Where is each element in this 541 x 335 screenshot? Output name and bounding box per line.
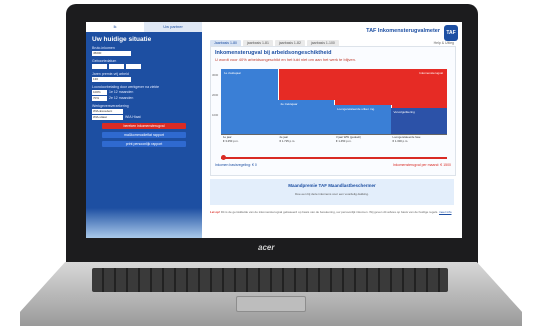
second-year-select[interactable]: 70% [92, 96, 107, 101]
bar-label: 2e ziektejaar [280, 101, 298, 106]
bar-label: 1e ziektejaar [224, 71, 242, 75]
salary-continuation-label: Loondoorbetaling door werkgever na ziekt… [92, 85, 160, 89]
birthdate-label: Geboortedatum [92, 59, 117, 63]
decorative-water [86, 208, 202, 238]
x-tick-label: Loongerelateerde fase € 1.300 p.m. [392, 135, 421, 143]
insurance-hiaat-select[interactable]: WIA-Hiaat [92, 115, 123, 120]
x-tick-label: 1e jaar € 3.250 p.m. [223, 135, 239, 143]
employer-insurance-label: Werkgeversverzekering [92, 104, 129, 108]
chart-title: Inkomensterugval bij arbeidsongeschikthe… [215, 50, 332, 56]
birth-year-input[interactable] [126, 64, 141, 69]
footer-note: Let op! Dit is de gemiddelde van de inko… [210, 210, 454, 214]
panel-heading: Uw huidige situatie [92, 36, 152, 43]
touchpad [236, 296, 306, 312]
taf-logo: TAF [444, 25, 458, 41]
report-button[interactable]: maßkommodieflat rapport [102, 132, 186, 138]
insurance-excedent-select[interactable]: WIA-Excedent [92, 109, 123, 114]
y-tick-label: 3000 [212, 73, 219, 77]
bar-label: Vervolguitkering [393, 110, 415, 114]
chart-subtitle: U wordt voor 40% arbeidsongeschikt en he… [215, 57, 356, 62]
main-content: TAF Inkomensterugvalmeter TAF Jaarbasis … [202, 22, 462, 238]
premium-promo: Maandpremie TAF Maandlastbeschermer Doe … [210, 179, 454, 205]
percentage-slider-track[interactable] [221, 157, 447, 159]
chart-panel: Inkomensterugval bij arbeidsongeschikthe… [210, 46, 456, 176]
print-report-button[interactable]: print persoonlijk rapport [102, 141, 186, 147]
second-year-label: 2e 12 maanden [109, 96, 134, 100]
keyboard [92, 268, 448, 292]
first-year-select[interactable]: 100% [92, 90, 107, 95]
income-label: Bruto-inkomen [92, 46, 115, 50]
birth-month-input[interactable] [109, 64, 124, 69]
promo-text: Doe een bij deze inkomens voor een voord… [295, 192, 369, 196]
tab-partner[interactable]: Uw partner [144, 22, 202, 32]
calculate-button[interactable]: bereken inkomensterugval [102, 123, 186, 129]
monthly-gap-label: Inkomensterugval per maand: € 1500 [393, 163, 451, 167]
wia-hiaat-label: WIA Hiaat [125, 115, 141, 119]
input-panel: Ik Uw partner Uw huidige situatie Bruto-… [86, 22, 202, 238]
years-input[interactable]: 130 [92, 77, 131, 82]
app-title: TAF Inkomensterugvalmeter [366, 28, 440, 34]
y-tick-label: 2000 [212, 93, 219, 97]
screen: Ik Uw partner Uw huidige situatie Bruto-… [86, 22, 462, 238]
income-chart: Inkomensterugval 1e ziektejaar 2e ziektej… [212, 64, 448, 134]
income-input[interactable]: 45000 [92, 51, 131, 56]
legend-label: Inkomensterugval [419, 71, 443, 75]
first-year-label: 1e 12 maanden [109, 90, 134, 94]
help-link[interactable]: Help & Uitleg [434, 41, 454, 45]
basis-income-label: Inkomen basisregeling: € 0 [215, 163, 257, 167]
x-tick-label: 2e jaar € 1.725 p.m. [279, 135, 296, 143]
footer-label: Let op! [210, 210, 220, 214]
tab-ik[interactable]: Ik [86, 22, 144, 32]
promo-title: Maandpremie TAF Maandlastbeschermer [288, 183, 376, 188]
chart-bar [221, 69, 279, 134]
x-tick-label: 3 jaar WW (gedeelt) € 1.450 p.m. [336, 135, 361, 143]
birth-day-input[interactable] [92, 64, 107, 69]
more-info-link[interactable]: meer info [439, 210, 452, 214]
acer-logo: acer [258, 243, 275, 252]
years-label: Jaren premie-vrij arbeid [92, 72, 129, 76]
percentage-slider-handle[interactable] [221, 155, 226, 160]
y-tick-label: 1000 [212, 113, 219, 117]
footer-text: Dit is de gemiddelde van de inkomensteru… [220, 210, 439, 214]
bar-label: Loongerelateerde uitker. ing. [337, 107, 376, 111]
